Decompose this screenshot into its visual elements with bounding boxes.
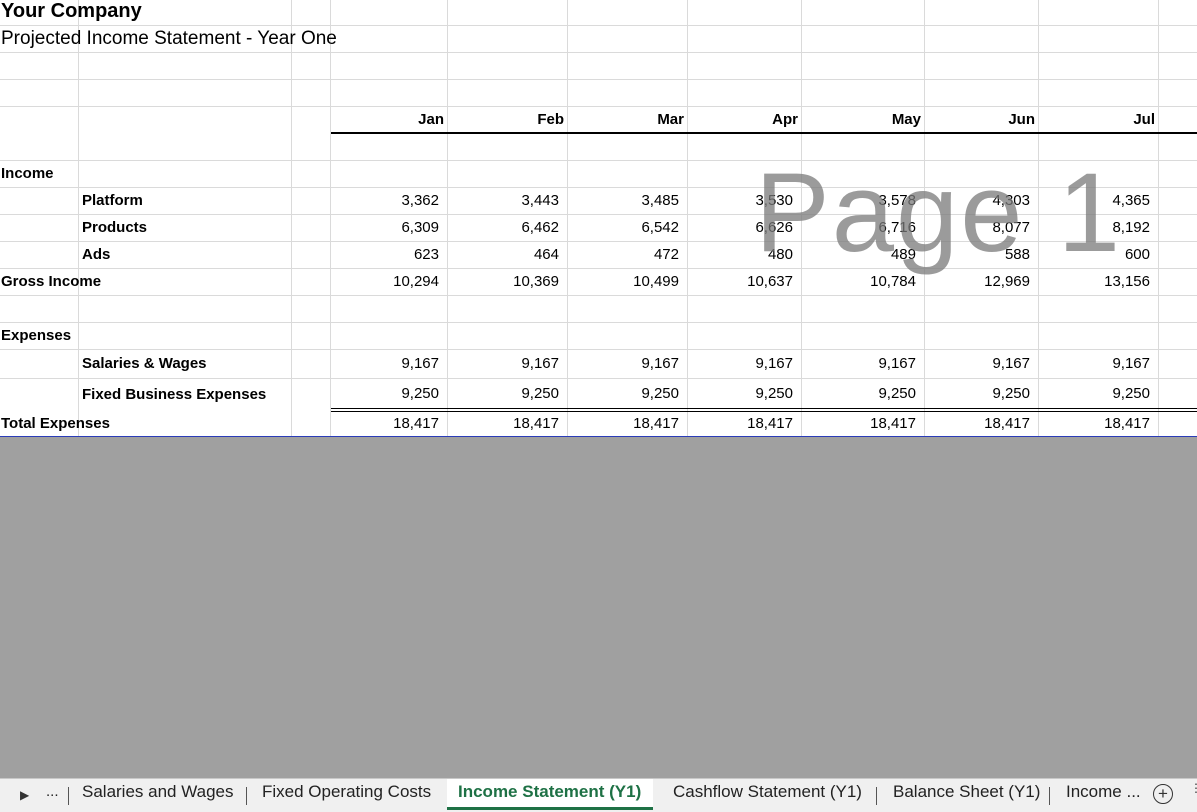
- row-label-platform[interactable]: Platform: [82, 191, 143, 211]
- tab-cashflow-statement-y1[interactable]: Cashflow Statement (Y1): [673, 779, 862, 812]
- value-cell[interactable]: 10,499: [568, 272, 679, 292]
- value-cell[interactable]: 9,250: [568, 384, 679, 404]
- value-cell[interactable]: 9,167: [331, 354, 439, 374]
- row-label-ads[interactable]: Ads: [82, 245, 110, 265]
- month-header[interactable]: Jul: [1039, 110, 1155, 130]
- tabs-overflow-button[interactable]: ...: [46, 779, 59, 812]
- value-cell[interactable]: 8,077: [925, 218, 1030, 238]
- total-double-border: [331, 411, 1197, 412]
- value-cell[interactable]: 10,369: [448, 272, 559, 292]
- value-cell[interactable]: 9,250: [688, 384, 793, 404]
- value-cell[interactable]: 9,167: [802, 354, 916, 374]
- scroll-tabs-right-icon[interactable]: ▶: [20, 788, 29, 802]
- value-cell[interactable]: 600: [1039, 245, 1150, 265]
- value-cell[interactable]: 9,167: [925, 354, 1030, 374]
- value-cell[interactable]: 18,417: [331, 414, 439, 434]
- row-label-salaries[interactable]: Salaries & Wages: [82, 354, 207, 374]
- month-header[interactable]: Jan: [331, 110, 444, 130]
- value-cell[interactable]: 18,417: [448, 414, 559, 434]
- value-cell[interactable]: 9,167: [448, 354, 559, 374]
- value-cell[interactable]: 3,530: [688, 191, 793, 211]
- value-cell[interactable]: 6,462: [448, 218, 559, 238]
- value-cell[interactable]: 18,417: [688, 414, 793, 434]
- value-cell[interactable]: 9,167: [1039, 354, 1150, 374]
- tab-salaries-and-wages[interactable]: Salaries and Wages: [82, 779, 234, 812]
- value-cell[interactable]: 9,167: [568, 354, 679, 374]
- month-header[interactable]: May: [802, 110, 921, 130]
- value-cell[interactable]: 10,637: [688, 272, 793, 292]
- value-cell[interactable]: 489: [802, 245, 916, 265]
- company-name[interactable]: Your Company: [1, 1, 142, 21]
- spreadsheet-grid[interactable]: Your Company Projected Income Statement …: [0, 0, 1197, 437]
- tab-fixed-operating-costs[interactable]: Fixed Operating Costs: [262, 779, 431, 812]
- sheet-tab-bar: ▶ ... Salaries and Wages Fixed Operating…: [0, 778, 1197, 812]
- value-cell[interactable]: 3,362: [331, 191, 439, 211]
- value-cell[interactable]: 18,417: [925, 414, 1030, 434]
- value-cell[interactable]: 472: [568, 245, 679, 265]
- value-cell[interactable]: 3,485: [568, 191, 679, 211]
- tab-income-statement-y1[interactable]: Income Statement (Y1): [447, 779, 654, 810]
- value-cell[interactable]: 10,784: [802, 272, 916, 292]
- value-cell[interactable]: 3,578: [802, 191, 916, 211]
- value-cell[interactable]: 4,365: [1039, 191, 1150, 211]
- value-cell[interactable]: 18,417: [568, 414, 679, 434]
- tab-income-overflow[interactable]: Income ...: [1066, 779, 1141, 812]
- total-double-border: [331, 408, 1197, 409]
- value-cell[interactable]: 13,156: [1039, 272, 1150, 292]
- gross-income-label[interactable]: Gross Income: [1, 272, 101, 292]
- add-sheet-icon[interactable]: +: [1153, 784, 1173, 804]
- value-cell[interactable]: 9,250: [448, 384, 559, 404]
- month-header[interactable]: Apr: [688, 110, 798, 130]
- value-cell[interactable]: 480: [688, 245, 793, 265]
- row-label-products[interactable]: Products: [82, 218, 147, 238]
- value-cell[interactable]: 10,294: [331, 272, 439, 292]
- month-header[interactable]: Jun: [925, 110, 1035, 130]
- value-cell[interactable]: 6,626: [688, 218, 793, 238]
- value-cell[interactable]: 12,969: [925, 272, 1030, 292]
- month-header[interactable]: Feb: [448, 110, 564, 130]
- total-expenses-label[interactable]: Total Expenses: [1, 414, 110, 434]
- tab-splitter-handle-icon[interactable]: ⋮: [1190, 782, 1197, 794]
- value-cell[interactable]: 9,250: [925, 384, 1030, 404]
- total-bottom-border: [0, 436, 1197, 437]
- statement-title[interactable]: Projected Income Statement - Year One: [1, 29, 337, 49]
- row-label-fixed-business-expenses[interactable]: Fixed Business Expenses: [82, 385, 266, 405]
- value-cell[interactable]: 623: [331, 245, 439, 265]
- tab-balance-sheet-y1[interactable]: Balance Sheet (Y1): [893, 779, 1040, 812]
- value-cell[interactable]: 9,167: [688, 354, 793, 374]
- month-header[interactable]: Mar: [568, 110, 684, 130]
- value-cell[interactable]: 6,542: [568, 218, 679, 238]
- value-cell[interactable]: 8,192: [1039, 218, 1150, 238]
- value-cell[interactable]: 588: [925, 245, 1030, 265]
- value-cell[interactable]: 9,250: [1039, 384, 1150, 404]
- value-cell[interactable]: 3,443: [448, 191, 559, 211]
- value-cell[interactable]: 4,303: [925, 191, 1030, 211]
- month-header-border: [331, 132, 1197, 134]
- value-cell[interactable]: 18,417: [1039, 414, 1150, 434]
- expenses-section-label[interactable]: Expenses: [1, 326, 71, 346]
- value-cell[interactable]: 6,309: [331, 218, 439, 238]
- value-cell[interactable]: 9,250: [331, 384, 439, 404]
- income-section-label[interactable]: Income: [1, 164, 54, 184]
- value-cell[interactable]: 18,417: [802, 414, 916, 434]
- value-cell[interactable]: 6,716: [802, 218, 916, 238]
- value-cell[interactable]: 464: [448, 245, 559, 265]
- value-cell[interactable]: 9,250: [802, 384, 916, 404]
